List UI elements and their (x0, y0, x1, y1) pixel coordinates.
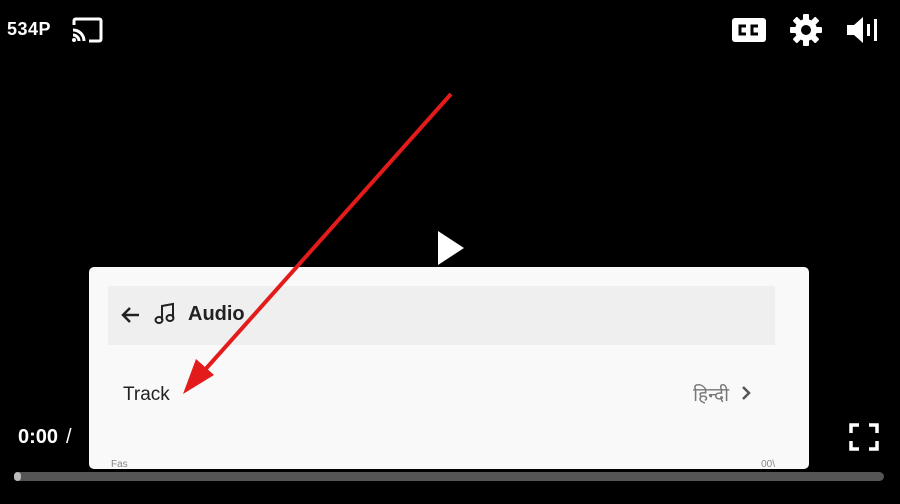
volume-icon[interactable] (845, 14, 881, 46)
chevron-right-icon (739, 383, 753, 403)
arrow-left-icon[interactable] (119, 305, 141, 325)
progress-thumb[interactable] (14, 472, 21, 481)
music-note-icon (154, 302, 176, 326)
play-icon[interactable] (434, 229, 468, 267)
fullscreen-icon[interactable] (848, 422, 880, 452)
cast-icon[interactable] (70, 16, 104, 44)
progress-bar[interactable] (14, 472, 884, 481)
settings-panel: Audio Track हिन्दी Fas 00\ (89, 267, 809, 469)
closed-captions-icon[interactable] (730, 15, 768, 45)
time-separator: / (66, 426, 72, 448)
panel-title: Audio (188, 303, 245, 325)
track-row[interactable]: Track हिन्दी (108, 363, 775, 429)
quality-label[interactable]: 534P (7, 19, 51, 40)
track-label: Track (123, 384, 170, 405)
time-display: 0:00 / (18, 426, 72, 449)
current-time: 0:00 (18, 426, 59, 448)
panel-next-row-partial: Fas 00\ (89, 459, 809, 469)
track-value: हिन्दी (693, 384, 729, 406)
panel-header[interactable]: Audio (108, 286, 775, 345)
partial-hint-left: Fas (111, 459, 128, 469)
settings-gear-icon[interactable] (789, 13, 823, 47)
partial-hint-right: 00\ (761, 459, 775, 469)
video-player[interactable]: 534P 0:00 / Audio Track हिन्दी Fas 00\ (0, 0, 900, 504)
